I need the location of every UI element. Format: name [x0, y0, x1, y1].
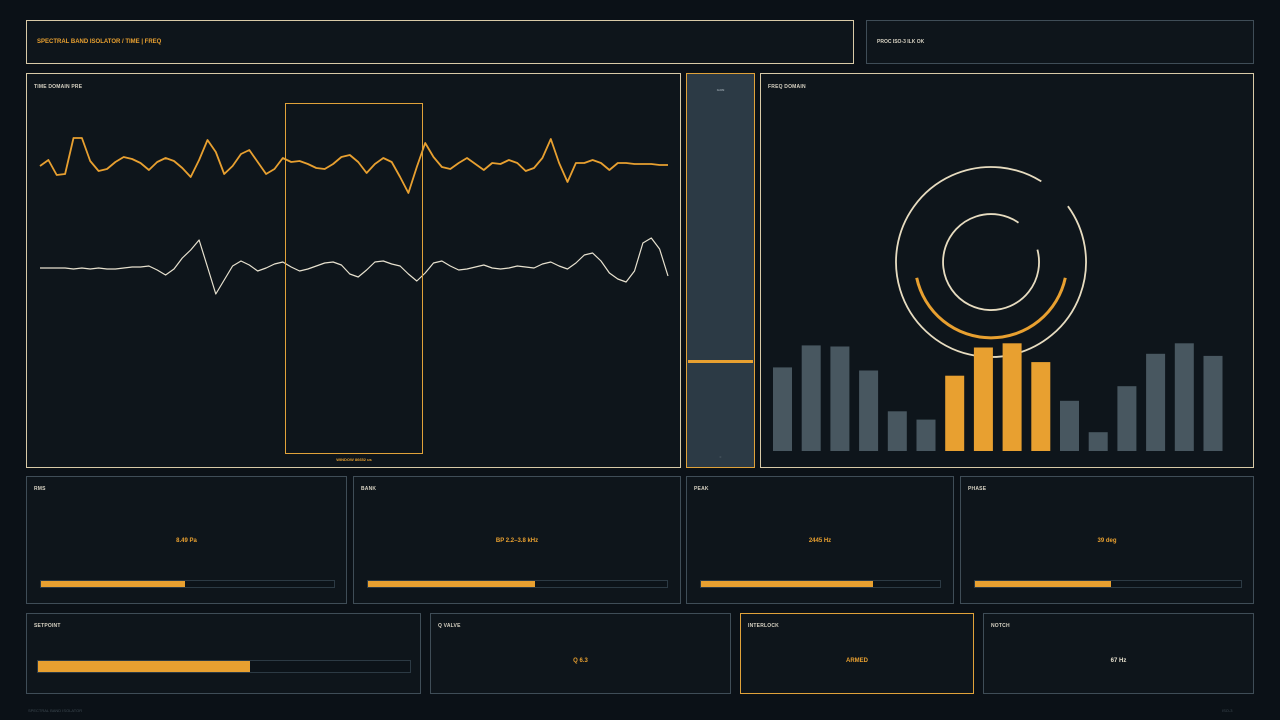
spectrum-bar-3: [830, 346, 850, 451]
rms-bar-fill: [41, 581, 185, 587]
spectrum-bar-8: [973, 347, 993, 451]
spectrum-bar-16: [1203, 355, 1223, 451]
rms-bar: [40, 580, 335, 588]
phase-panel: PHASE 39 deg: [960, 476, 1254, 604]
spectrum-bar-10: [1031, 362, 1051, 451]
slider-bottom-label: 0: [719, 455, 722, 459]
spectrum-bar-12: [1088, 432, 1108, 451]
spectrum-bar-14: [1146, 353, 1166, 451]
setpoint-slider[interactable]: [37, 660, 411, 673]
process-status: PROC ISO-3 ILK OK: [877, 39, 925, 45]
setpoint-panel: SETPOINT: [26, 613, 421, 694]
phase-bar-fill: [975, 581, 1111, 587]
bank-bar: [367, 580, 668, 588]
inner-ring-arc: [942, 213, 1040, 311]
peak-bar-fill: [701, 581, 874, 587]
rms-label: RMS: [34, 486, 46, 492]
spectrum-rings: [895, 166, 1087, 358]
notch-panel[interactable]: NOTCH 67 Hz: [983, 613, 1254, 694]
spectrum-bar-5: [887, 411, 907, 451]
spectrum-bar-1: [773, 367, 792, 451]
header-status-panel: PROC ISO-3 ILK OK: [866, 20, 1254, 64]
time-domain-panel: TIME DOMAIN PRE WINDOW 86652 us: [26, 73, 681, 468]
footer-right-text: ISO-3: [1222, 708, 1233, 713]
peak-panel: PEAK 2445 Hz: [686, 476, 954, 604]
spectrum-chart: [773, 166, 1223, 451]
footer-left-text: SPECTRAL BAND ISOLATOR: [28, 708, 83, 713]
spectrum-bar-15: [1174, 343, 1194, 451]
phase-value: 39 deg: [1097, 538, 1117, 544]
notch-value: 67 Hz: [1110, 658, 1127, 664]
q-value-label: Q VALVE: [438, 623, 461, 629]
q-value-panel[interactable]: Q VALVE Q 6.3: [430, 613, 731, 694]
analysis-window[interactable]: WINDOW 86652 us: [285, 103, 423, 462]
app-title: SPECTRAL BAND ISOLATOR / TIME | FREQ: [37, 39, 162, 45]
peak-value: 2445 Hz: [808, 538, 832, 544]
spectrum-bar-6: [916, 419, 936, 451]
bank-bar-fill: [368, 581, 536, 587]
peak-label: PEAK: [694, 486, 709, 492]
notch-label: NOTCH: [991, 623, 1010, 629]
rms-panel: RMS 8.49 Pa: [26, 476, 347, 604]
gain-slider[interactable]: GAIN 0: [686, 73, 755, 468]
spectrum-bar-4: [859, 370, 879, 451]
q-value: Q 6.3: [573, 658, 588, 664]
spectrum-bar-13: [1117, 386, 1137, 451]
window-label: WINDOW 86652 us: [336, 457, 372, 462]
spectrum-bar-2: [801, 345, 821, 451]
rms-value: 8.49 Pa: [176, 538, 197, 544]
bank-value: BP 2.2–3.8 kHz: [495, 538, 539, 544]
phase-label: PHASE: [968, 486, 987, 492]
outer-ring-arc: [895, 166, 1087, 358]
interlock-state: ARMED: [846, 658, 868, 664]
slider-handle[interactable]: [688, 360, 753, 363]
interlock-label: INTERLOCK: [748, 623, 779, 629]
spectrum-bar-11: [1060, 400, 1079, 451]
setpoint-slider-fill: [38, 661, 251, 672]
spectrum-bars: [773, 343, 1223, 451]
spectrum-bar-9: [1002, 343, 1022, 451]
band-ring-arc: [915, 277, 1067, 340]
header-title-panel: SPECTRAL BAND ISOLATOR / TIME | FREQ: [26, 20, 854, 64]
bank-label: BANK: [361, 486, 377, 492]
phase-bar: [974, 580, 1242, 588]
slider-top-label: GAIN: [716, 88, 725, 92]
spectrum-bar-7: [945, 375, 965, 451]
freq-domain-panel: FREQ DOMAIN: [760, 73, 1254, 468]
bank-panel: BANK BP 2.2–3.8 kHz: [353, 476, 681, 604]
setpoint-label: SETPOINT: [34, 623, 61, 629]
interlock-panel[interactable]: INTERLOCK ARMED: [740, 613, 974, 694]
peak-bar: [700, 580, 941, 588]
